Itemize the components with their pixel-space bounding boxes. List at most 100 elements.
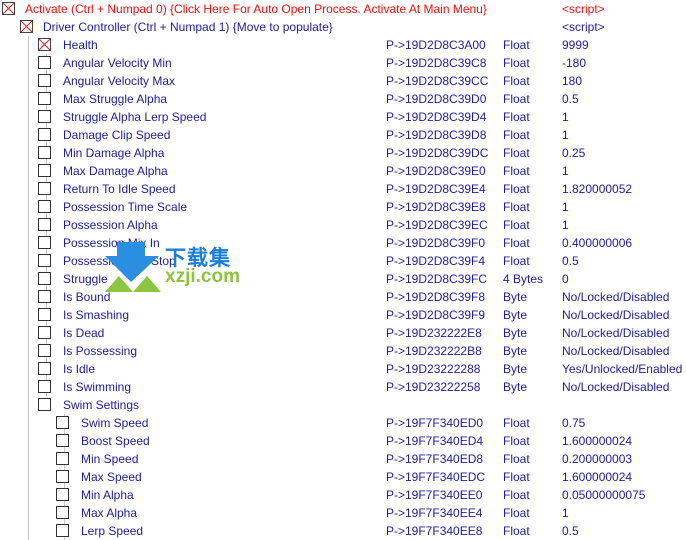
entry-description: Max Struggle Alpha xyxy=(63,92,168,106)
table-row[interactable]: Is Smashing P->19D2D8C39F9 Byte No/Locked/D… xyxy=(0,306,686,324)
entry-description: Max Speed xyxy=(81,470,142,484)
checkbox[interactable] xyxy=(56,524,69,537)
entry-value: No/Locked/Disabled xyxy=(562,344,670,358)
entry-value: 1 xyxy=(562,128,569,142)
table-row[interactable]: Min Damage Alpha P->19D2D8C39DC Float 0.25 xyxy=(0,144,686,162)
entry-type: Float xyxy=(503,146,530,160)
table-row[interactable]: Health P->19D2D8C3A00 Float 9999 xyxy=(0,36,686,54)
table-row[interactable]: Lerp Speed P->19F7F340EE8 Float 0.5 xyxy=(0,522,686,540)
entry-address: P->19D2D8C39CC xyxy=(386,74,489,88)
checkbox[interactable] xyxy=(38,182,51,195)
checkbox[interactable] xyxy=(38,74,51,87)
entry-value: 0.5 xyxy=(562,92,579,106)
entry-value: 0.5 xyxy=(562,254,579,268)
checkbox[interactable] xyxy=(38,146,51,159)
checkbox[interactable] xyxy=(38,92,51,105)
table-row[interactable]: Boost Speed P->19F7F340ED4 Float 1.60000002… xyxy=(0,432,686,450)
entry-description: Swim Settings xyxy=(63,398,140,412)
entry-type: Float xyxy=(503,200,530,214)
entry-type: Float xyxy=(503,74,530,88)
table-row[interactable]: Is Swimming P->19D23222258 Byte No/Locked/D… xyxy=(0,378,686,396)
table-row[interactable]: Max Alpha P->19F7F340EE4 Float 1 xyxy=(0,504,686,522)
entry-description: Boost Speed xyxy=(81,434,150,448)
entry-description: Possession Mix In xyxy=(63,236,160,250)
checkbox[interactable] xyxy=(38,380,51,393)
checkbox-checked[interactable] xyxy=(38,38,51,51)
checkbox[interactable] xyxy=(56,434,69,447)
checkbox[interactable] xyxy=(38,128,51,141)
table-row[interactable]: Is Dead P->19D232222E8 Byte No/Locked/Disab… xyxy=(0,324,686,342)
entry-address: P->19D2D8C39F8 xyxy=(386,290,486,304)
entry-address: P->19F7F340ED8 xyxy=(386,452,484,466)
checkbox[interactable] xyxy=(38,362,51,375)
checkbox[interactable] xyxy=(38,272,51,285)
checkbox[interactable] xyxy=(38,236,51,249)
entry-address: P->19F7F340ED0 xyxy=(386,416,484,430)
checkbox[interactable] xyxy=(56,452,69,465)
x-mark-icon xyxy=(3,3,14,14)
entry-value: 1 xyxy=(562,506,569,520)
entry-type: Float xyxy=(503,164,530,178)
entry-description: Angular Velocity Min xyxy=(63,56,172,70)
checkbox[interactable] xyxy=(38,56,51,69)
checkbox[interactable] xyxy=(38,164,51,177)
checkbox[interactable] xyxy=(38,290,51,303)
entry-description: Is Idle xyxy=(63,362,96,376)
checkbox[interactable] xyxy=(38,344,51,357)
entry-description: Is Swimming xyxy=(63,380,132,394)
table-row[interactable]: Activate (Ctrl + Numpad 0) {Click Here F… xyxy=(0,0,686,18)
entry-type: Float xyxy=(503,416,530,430)
checkbox[interactable] xyxy=(38,326,51,339)
entry-value: 0.05000000075 xyxy=(562,488,646,502)
table-row[interactable]: Possession Mix In P->19D2D8C39F0 Float 0.40… xyxy=(0,234,686,252)
entry-address: P->19D2D8C39E8 xyxy=(386,200,486,214)
entry-type: Byte xyxy=(503,290,528,304)
entry-description: Return To Idle Speed xyxy=(63,182,176,196)
table-row[interactable]: Swim Speed P->19F7F340ED0 Float 0.75 xyxy=(0,414,686,432)
checkbox[interactable] xyxy=(56,470,69,483)
checkbox[interactable] xyxy=(38,200,51,213)
entry-type: Byte xyxy=(503,326,528,340)
entry-type: Float xyxy=(503,434,530,448)
table-row[interactable]: Angular Velocity Max P->19D2D8C39CC Float 1… xyxy=(0,72,686,90)
entry-description: Is Smashing xyxy=(63,308,130,322)
table-row[interactable]: Max Damage Alpha P->19D2D8C39E0 Float 1 xyxy=(0,162,686,180)
entry-value: -180 xyxy=(562,56,587,70)
entry-address: P->19F7F340EE0 xyxy=(386,488,483,502)
table-row[interactable]: Damage Clip Speed P->19D2D8C39D8 Float 1 xyxy=(0,126,686,144)
entry-value: No/Locked/Disabled xyxy=(562,290,670,304)
entry-value: 1 xyxy=(562,200,569,214)
entry-type: Byte xyxy=(503,308,528,322)
table-row[interactable]: Possession Time Scale P->19D2D8C39E8 Float… xyxy=(0,198,686,216)
table-row[interactable]: Struggle P->19D2D8C39FC 4 Bytes 0 xyxy=(0,270,686,288)
table-row[interactable]: Struggle Alpha Lerp Speed P->19D2D8C39D4 F… xyxy=(0,108,686,126)
checkbox[interactable] xyxy=(56,506,69,519)
table-row[interactable]: Is Idle P->19D23222288 Byte Yes/Unlocked/En… xyxy=(0,360,686,378)
checkbox[interactable] xyxy=(38,218,51,231)
checkbox[interactable] xyxy=(38,398,51,411)
entry-address: P->19F7F340EDC xyxy=(386,470,486,484)
checkbox[interactable] xyxy=(38,110,51,123)
checkbox-checked[interactable] xyxy=(20,20,33,33)
entry-description: Struggle Alpha Lerp Speed xyxy=(63,110,207,124)
table-row[interactable]: Driver Controller (Ctrl + Numpad 1) {Mov… xyxy=(0,18,686,36)
table-row[interactable]: Min Speed P->19F7F340ED8 Float 0.200000003 xyxy=(0,450,686,468)
table-row[interactable]: Possession Into Stop P->19D2D8C39F4 Float 0… xyxy=(0,252,686,270)
table-row[interactable]: Max Speed P->19F7F340EDC Float 1.600000024 xyxy=(0,468,686,486)
checkbox[interactable] xyxy=(38,308,51,321)
checkbox[interactable] xyxy=(56,416,69,429)
checkbox[interactable] xyxy=(38,254,51,267)
table-row[interactable]: Is Bound P->19D2D8C39F8 Byte No/Locked/Disa… xyxy=(0,288,686,306)
table-row[interactable]: Possession Alpha P->19D2D8C39EC Float 1 xyxy=(0,216,686,234)
checkbox-checked[interactable] xyxy=(2,2,15,15)
table-row[interactable]: Is Possessing P->19D232222B8 Byte No/Locked… xyxy=(0,342,686,360)
entry-value: <script> xyxy=(562,20,605,34)
table-row[interactable]: Angular Velocity Min P->19D2D8C39C8 Float -… xyxy=(0,54,686,72)
table-row[interactable]: Max Struggle Alpha P->19D2D8C39D0 Float 0.5 xyxy=(0,90,686,108)
entry-type: Float xyxy=(503,218,530,232)
table-row[interactable]: Min Alpha P->19F7F340EE0 Float 0.0500000007… xyxy=(0,486,686,504)
table-row[interactable]: Swim Settings xyxy=(0,396,686,414)
entry-value: 1.820000052 xyxy=(562,182,633,196)
table-row[interactable]: Return To Idle Speed P->19D2D8C39E4 Float 1… xyxy=(0,180,686,198)
checkbox[interactable] xyxy=(56,488,69,501)
